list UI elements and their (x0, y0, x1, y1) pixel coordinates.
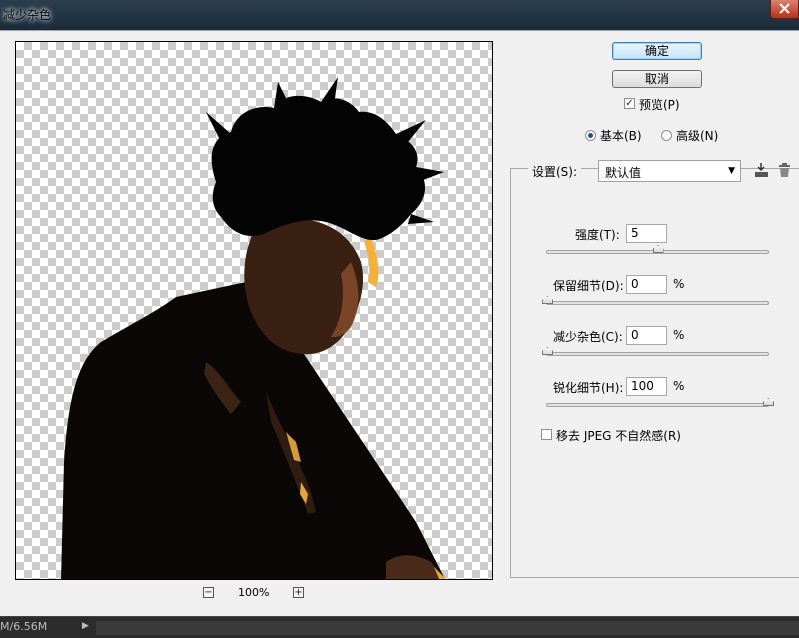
advanced-radio[interactable] (661, 130, 672, 141)
preview-label: 预览(P) (639, 98, 680, 112)
title-bar: 减少杂色 (0, 0, 799, 30)
settings-value: 默认值 (605, 166, 642, 180)
reduce-color-noise-label: 减少杂色(C): (553, 330, 623, 344)
sharpen-details-unit: % (673, 379, 685, 393)
document-size: M/6.56M (0, 620, 48, 633)
cancel-button[interactable]: 取消 (612, 70, 702, 88)
horizontal-scrollbar[interactable] (96, 621, 799, 635)
preserve-details-unit: % (673, 277, 685, 291)
preserve-details-slider[interactable] (542, 296, 769, 305)
zoom-level: 100% (238, 586, 270, 599)
preview-checkbox[interactable]: ✓ (624, 98, 635, 109)
zoom-out-icon: − (204, 587, 213, 598)
status-bar: M/6.56M ▶ (0, 616, 799, 638)
preserve-details-label: 保留细节(D): (553, 279, 624, 293)
reduce-color-noise-unit: % (673, 328, 685, 342)
trash-icon[interactable] (777, 162, 792, 178)
preview-canvas[interactable] (15, 41, 493, 580)
window-title: 减少杂色 (3, 8, 52, 22)
zoom-in-icon: + (294, 587, 303, 598)
strength-label: 强度(T): (575, 228, 620, 242)
advanced-label: 高级(N) (676, 129, 719, 143)
checkmark-icon: ✓ (625, 98, 634, 109)
settings-label: 设置(S): (528, 163, 582, 180)
close-button[interactable] (770, 0, 799, 19)
strength-input[interactable]: 5 (626, 224, 667, 243)
zoom-in-button[interactable]: + (293, 587, 304, 598)
sharpen-details-slider[interactable] (546, 398, 774, 407)
reduce-color-noise-input[interactable]: 0 (626, 326, 667, 345)
sharpen-details-input[interactable]: 100 (626, 377, 667, 396)
basic-label: 基本(B) (600, 129, 642, 143)
save-preset-icon[interactable] (754, 162, 769, 178)
preview-image (61, 77, 446, 579)
reduce-color-noise-slider[interactable] (542, 347, 769, 356)
play-icon[interactable]: ▶ (82, 621, 89, 631)
zoom-controls: − 100% + (0, 586, 510, 601)
remove-jpeg-artifact-checkbox[interactable] (541, 429, 552, 440)
strength-slider[interactable] (546, 245, 769, 254)
preserve-details-input[interactable]: 0 (626, 275, 667, 294)
settings-dropdown[interactable]: 默认值 ▼ (598, 160, 741, 182)
zoom-out-button[interactable]: − (203, 587, 214, 598)
basic-radio[interactable] (585, 130, 596, 141)
reduce-noise-dialog: − 100% + 确定 取消 ✓ 预览(P) 基本(B) 高级(N) 设置(S)… (0, 30, 799, 616)
sharpen-details-label: 锐化细节(H): (553, 381, 624, 395)
close-icon (779, 3, 790, 14)
ok-button[interactable]: 确定 (612, 42, 702, 60)
chevron-down-icon: ▼ (728, 166, 735, 176)
remove-jpeg-artifact-label: 移去 JPEG 不自然感(R) (556, 429, 681, 443)
